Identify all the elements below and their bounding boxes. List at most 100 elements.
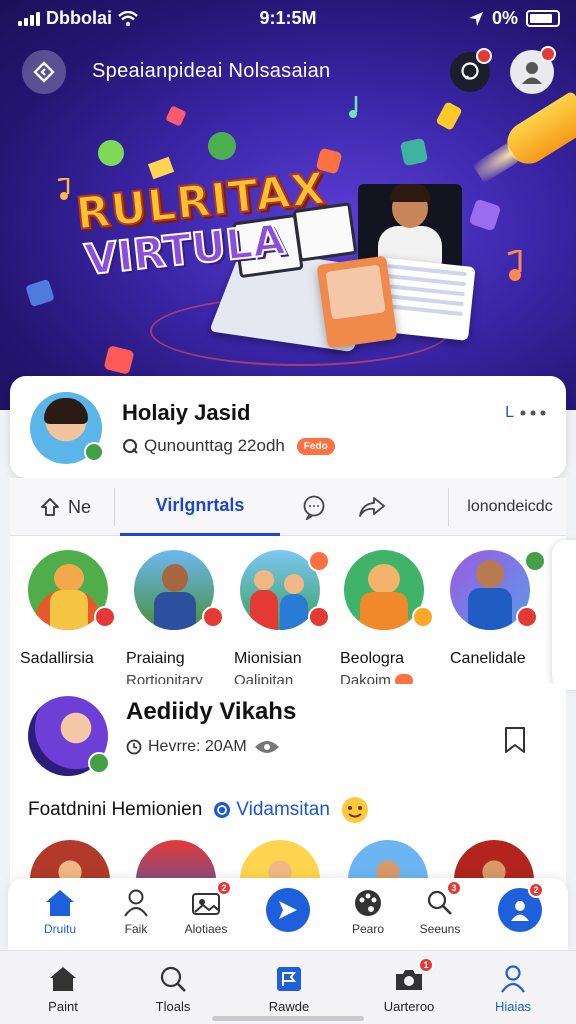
story-name: Praiaing: [126, 650, 185, 667]
eye-icon: [254, 741, 279, 753]
post-link[interactable]: Vidamsitan: [236, 799, 330, 821]
tab-bar-label: Uarteroo: [383, 999, 435, 1014]
story-item[interactable]: Mionisian Oalipitan: [232, 550, 336, 689]
hero-banner: Dbbolai 9:1:5M 0% Speaianpideai Nolsasai…: [0, 0, 576, 410]
story-item[interactable]: Canelidale: [442, 550, 546, 667]
profile-icon: [511, 901, 529, 921]
decor-shape: [25, 278, 55, 308]
figure-body: [50, 590, 88, 630]
location-arrow-icon: [468, 11, 483, 26]
profile-subtitle: Qunounttag 22odh Fedo: [122, 436, 335, 456]
music-note-icon: [349, 96, 358, 118]
action-palette-button[interactable]: Pearo: [328, 886, 408, 936]
tab-bar-camera[interactable]: 1 Uarteroo: [364, 957, 454, 1014]
comment-icon: [303, 495, 325, 520]
figure-head: [162, 564, 188, 592]
profile-tag: Fedo: [296, 437, 335, 455]
action-label: Pearo: [351, 922, 385, 936]
figure-head: [476, 560, 504, 588]
badge-count: 2: [216, 880, 232, 896]
more-label: L: [505, 404, 514, 421]
share-arrow-icon: [41, 498, 59, 516]
tab-bar-search[interactable]: Tloals: [128, 963, 218, 1014]
action-search-button[interactable]: 3 Seeuns: [400, 880, 480, 936]
figure-head: [54, 564, 84, 592]
figure-head: [284, 574, 304, 594]
tab-virtual[interactable]: Virlgnrtals: [120, 478, 280, 536]
back-button[interactable]: [22, 50, 66, 94]
globe-icon: [214, 802, 231, 818]
badge-count: 2: [528, 882, 544, 898]
battery-percent: 0%: [491, 8, 518, 28]
profile-subtitle-text: Qunounttag 22odh: [144, 436, 285, 455]
story-badge: [524, 550, 546, 572]
tab-bar-profile[interactable]: Hiaias: [468, 963, 558, 1014]
send-button[interactable]: [266, 888, 310, 932]
app-header: Speaianpideai Nolsasaian: [0, 46, 576, 96]
photo-card: [316, 255, 398, 349]
tab-new[interactable]: Ne: [40, 478, 130, 536]
story-badge: [94, 606, 116, 628]
profile-button[interactable]: [510, 46, 556, 94]
story-item[interactable]: Sadallirsia: [20, 550, 124, 667]
post-time: Hevrre: 20AM: [148, 738, 247, 755]
music-note-icon: [57, 178, 70, 200]
more-options-button[interactable]: L: [505, 404, 546, 422]
tab-recommended[interactable]: lonondeicdc: [454, 478, 566, 536]
tab-comments[interactable]: [298, 478, 330, 536]
side-panel-handle[interactable]: [552, 540, 576, 690]
post-card[interactable]: Aediidy Vikahs Hevrre: 20AM Foatdnini He…: [10, 684, 566, 884]
diamond-back-icon: [33, 61, 55, 83]
divider: [114, 488, 115, 526]
bookmark-button[interactable]: [502, 726, 528, 759]
figure-body: [468, 588, 512, 630]
decor-shape: [468, 198, 502, 232]
post-text: Foatdnini Hemionien Vidamsitan: [28, 796, 370, 824]
decor-shape: [208, 132, 236, 160]
action-label: Alotiaes: [184, 922, 228, 936]
action-person-button[interactable]: Faik: [96, 886, 176, 936]
figure-body: [360, 592, 408, 630]
tab-bar-label: Tloals: [155, 999, 191, 1014]
tab-label: Virlgnrtals: [155, 495, 245, 515]
figure-body: [250, 590, 278, 630]
send-icon: [279, 901, 297, 919]
tab-bar-label: Rawde: [268, 999, 310, 1014]
page-title: Speaianpideai Nolsasaian: [92, 60, 331, 82]
bookmark-icon: [505, 727, 525, 753]
chat-icon: [461, 62, 479, 80]
action-home-button[interactable]: Druitu: [20, 886, 100, 936]
tab-share[interactable]: [356, 478, 388, 536]
profile-card[interactable]: Holaiy Jasid Qunounttag 22odh Fedo L: [10, 376, 566, 478]
share-icon: [359, 497, 385, 517]
story-item[interactable]: Praiaing Rortionitary: [126, 550, 230, 689]
profile-fab-button[interactable]: 2: [498, 882, 544, 932]
decor-shape: [399, 137, 429, 167]
messages-button[interactable]: [450, 48, 492, 92]
verified-check-icon: [88, 752, 110, 774]
tab-bar-flag[interactable]: Rawde: [244, 963, 334, 1014]
home-indicator[interactable]: [212, 1016, 364, 1021]
decor-shape: [103, 345, 135, 375]
emoji-icon: [341, 797, 368, 823]
tab-bar-label: Hiaias: [494, 999, 532, 1014]
tab-bar-home[interactable]: Paint: [18, 963, 108, 1014]
divider: [448, 488, 449, 526]
verified-check-icon: [84, 442, 104, 462]
post-author-name: Aediidy Vikahs: [126, 698, 297, 725]
more-dots-icon: [520, 410, 546, 416]
presenter-hair: [390, 184, 430, 202]
bottom-tab-bar: Paint Tloals Rawde 1 Uarteroo Hiaias: [0, 950, 576, 1024]
figure-head: [368, 564, 400, 594]
figure-head: [254, 570, 274, 590]
notification-dot: [476, 48, 492, 64]
decor-shape: [147, 156, 175, 180]
story-item[interactable]: Beologra Dakoim: [336, 550, 440, 689]
story-badge: [516, 606, 538, 628]
story-name: Beologra: [340, 650, 405, 667]
decor-shape: [98, 140, 124, 166]
action-album-button[interactable]: 2 Alotiaes: [166, 880, 246, 936]
profile-name: Holaiy Jasid: [122, 400, 251, 425]
person-icon: [501, 965, 525, 993]
story-name: Canelidale: [450, 650, 526, 667]
